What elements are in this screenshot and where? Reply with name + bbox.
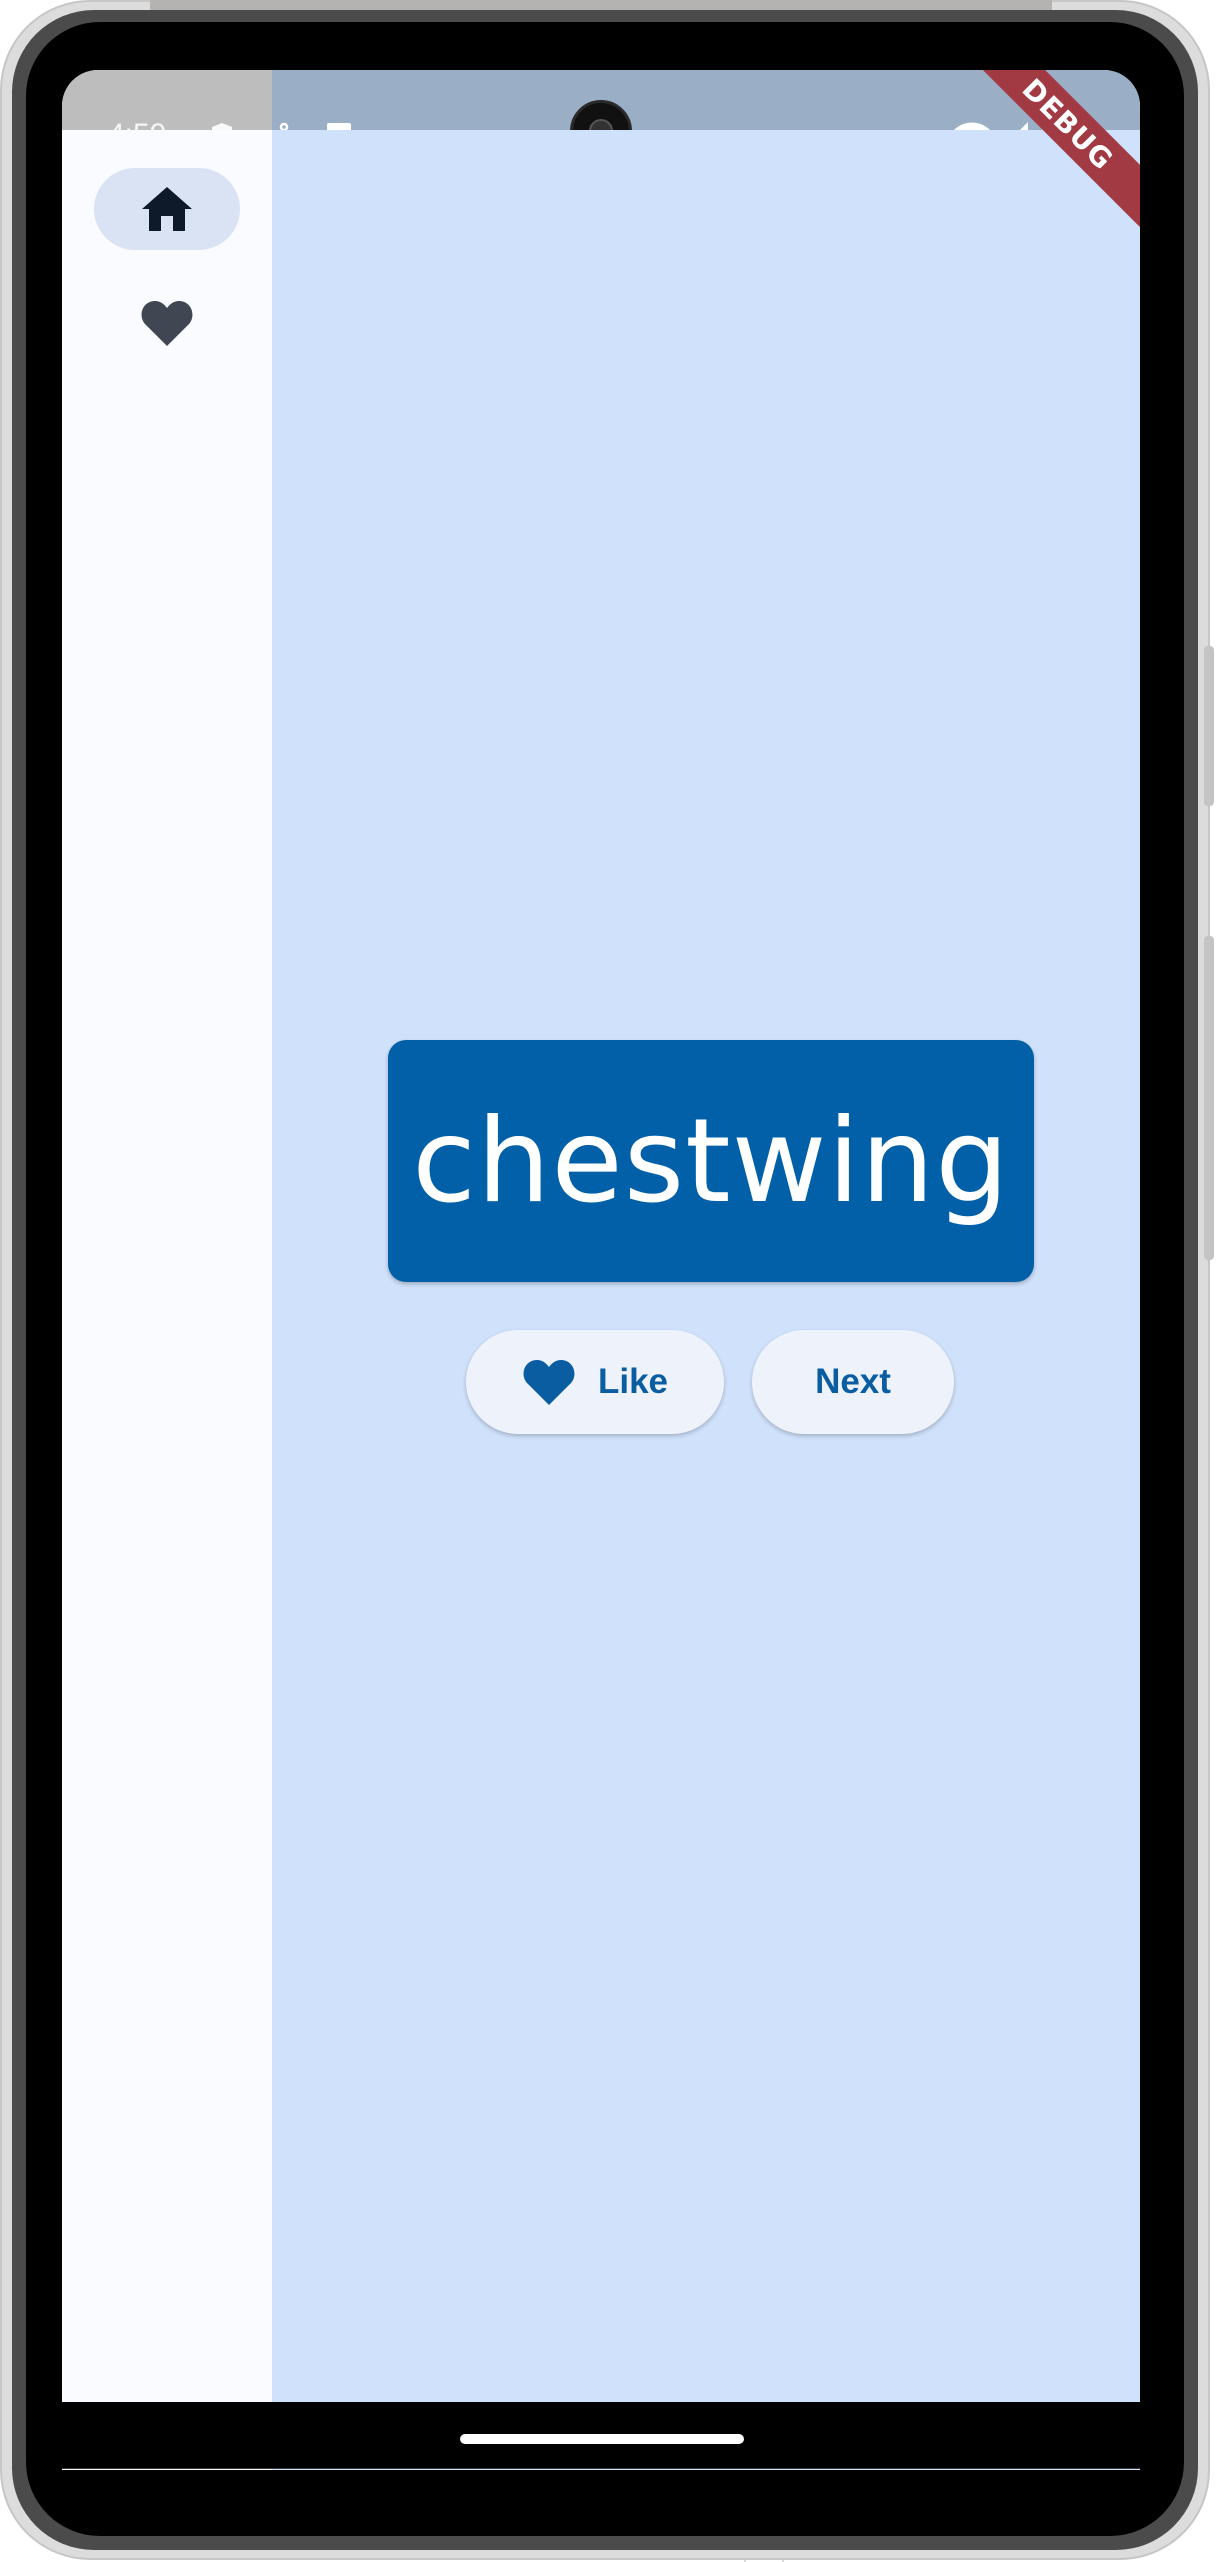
next-button[interactable]: Next xyxy=(752,1330,954,1434)
word-pair-text: chestwing xyxy=(412,1093,1010,1229)
next-button-label: Next xyxy=(815,1362,891,1401)
like-button-label: Like xyxy=(597,1362,669,1401)
word-pair-card: chestwing xyxy=(388,1040,1034,1282)
status-bar-left xyxy=(62,70,272,130)
home-gesture-handle[interactable] xyxy=(460,2434,744,2444)
rail-item-home[interactable] xyxy=(94,168,240,250)
like-button[interactable]: Like xyxy=(466,1330,724,1434)
app-screen: 4:59 A xyxy=(62,70,1140,2470)
power-button xyxy=(1204,936,1214,1260)
main-content: chestwing Like Next xyxy=(272,130,1140,2470)
rail-item-favorites[interactable] xyxy=(94,282,240,364)
heart-icon xyxy=(141,300,193,346)
heart-icon xyxy=(523,1359,575,1405)
navigation-rail xyxy=(62,130,272,2470)
volume-button xyxy=(1204,646,1214,806)
home-icon xyxy=(142,187,192,231)
